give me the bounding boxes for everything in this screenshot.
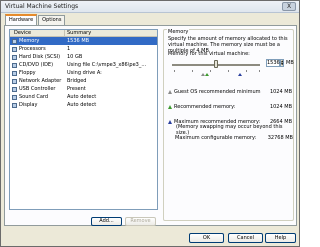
memory-unit: MB <box>286 60 294 66</box>
recommended-marker-icon <box>205 73 209 76</box>
device-summary: Using file C:\vmpe3_x86\pe3_... <box>67 62 147 68</box>
device-summary: Auto detect <box>67 94 97 100</box>
device-name: USB Controller <box>19 86 56 92</box>
device-name-cell: Hard Disk (SCSI) <box>10 53 65 61</box>
device-row[interactable]: Sound Card Auto detect <box>10 93 157 101</box>
device-summary: 1 <box>67 46 71 52</box>
device-summary: 10 GB <box>67 54 83 60</box>
floppy-icon <box>12 70 17 76</box>
device-buttons: Add... Remove <box>91 217 156 226</box>
max-recommended-marker-icon <box>238 73 242 76</box>
device-summary: Auto detect <box>67 102 97 108</box>
cancel-button[interactable]: Cancel <box>228 233 263 243</box>
device-name: Memory <box>19 38 40 44</box>
device-summary: Using drive A: <box>67 70 102 76</box>
device-name-cell: Processors <box>10 45 65 53</box>
device-list: Device Summary Memory 1536 MB Processors 1 H… <box>9 29 158 210</box>
guest-minimum-line: Guest OS recommended minimum 1024 MB <box>168 89 292 95</box>
device-summary: Bridged <box>67 78 87 84</box>
processor-icon <box>12 46 17 52</box>
memory-value-input[interactable]: 1536 <box>266 59 280 67</box>
device-name-cell: Display <box>10 101 65 109</box>
device-name-cell: Memory <box>10 37 65 45</box>
device-row[interactable]: Memory 1536 MB <box>10 37 157 45</box>
max-recommended-legend-icon <box>168 120 172 124</box>
device-rows: Memory 1536 MB Processors 1 Hard Disk (SCSI)… <box>10 37 157 109</box>
hardware-panel: Device Summary Memory 1536 MB Processors 1 H… <box>4 25 297 226</box>
device-row[interactable]: CD/DVD (IDE) Using file C:\vmpe3_x86\pe3_… <box>10 61 157 69</box>
device-row[interactable]: Processors 1 <box>10 45 157 53</box>
device-summary: 1536 MB <box>67 38 90 44</box>
max-configurable-value: 32768 MB <box>267 135 293 141</box>
device-name: Display <box>19 102 38 108</box>
sound-card-icon <box>12 94 17 100</box>
device-row[interactable]: Network Adapter Bridged <box>10 77 157 85</box>
recommended-line: Recommended memory: 1024 MB <box>168 104 292 110</box>
device-name: Hard Disk (SCSI) <box>19 54 61 60</box>
network-adapter-icon <box>12 78 17 84</box>
slider-tick <box>174 70 175 72</box>
memory-group-title: Memory <box>167 29 190 35</box>
ok-button[interactable]: OK <box>189 233 224 243</box>
tab-options[interactable]: Options <box>38 15 66 25</box>
device-summary: Present <box>67 86 86 92</box>
device-list-header: Device Summary <box>10 30 157 37</box>
column-header-summary[interactable]: Summary <box>65 30 157 36</box>
guest-minimum-legend-icon <box>168 90 172 94</box>
slider-thumb[interactable] <box>214 60 218 68</box>
guest-minimum-value: 1024 MB <box>269 89 292 95</box>
recommended-label: Recommended memory: <box>174 104 236 110</box>
add-device-button[interactable]: Add... <box>91 217 122 226</box>
memory-icon <box>12 38 17 44</box>
device-row[interactable]: Hard Disk (SCSI) 10 GB <box>10 53 157 61</box>
help-button[interactable]: Help <box>265 233 296 243</box>
memory-group: Memory Specify the amount of memory allo… <box>163 29 294 221</box>
tab-hardware[interactable]: Hardware <box>5 14 38 25</box>
slider-tick <box>246 70 247 72</box>
device-name: Floppy <box>19 70 36 76</box>
device-row[interactable]: Display Auto detect <box>10 101 157 109</box>
device-name: Sound Card <box>19 94 49 100</box>
memory-field-label: Memory for this virtual machine: <box>168 51 250 57</box>
device-name-cell: USB Controller <box>10 85 65 93</box>
slider-tick <box>210 70 211 72</box>
hard-disk-icon <box>12 54 17 60</box>
device-name-cell: Floppy <box>10 69 65 77</box>
display-icon <box>12 102 17 108</box>
title-bar[interactable]: Virtual Machine Settings X <box>1 1 299 13</box>
column-header-device[interactable]: Device <box>10 30 65 36</box>
slider-tick <box>259 70 260 72</box>
max-configurable-line: Maximum configurable memory: 32768 MB <box>168 135 293 141</box>
usb-icon <box>12 86 17 92</box>
cd-dvd-icon <box>12 62 17 68</box>
device-name-cell: Network Adapter <box>10 77 65 85</box>
max-configurable-label: Maximum configurable memory: <box>175 135 257 141</box>
slider-tick <box>192 70 193 72</box>
device-name-cell: CD/DVD (IDE) <box>10 61 65 69</box>
device-row[interactable]: Floppy Using drive A: <box>10 69 157 77</box>
memory-slider[interactable] <box>168 59 264 76</box>
slider-tick <box>228 70 229 72</box>
dialog-footer: OK Cancel Help <box>1 230 299 246</box>
device-row[interactable]: USB Controller Present <box>10 85 157 93</box>
device-name-cell: Sound Card <box>10 93 65 101</box>
device-name: Network Adapter <box>19 78 62 84</box>
remove-device-button[interactable]: Remove <box>125 217 156 226</box>
device-name: CD/DVD (IDE) <box>19 62 54 68</box>
vm-settings-window: Virtual Machine Settings X Hardware Opti… <box>0 0 300 247</box>
recommended-legend-icon <box>168 105 172 109</box>
memory-spin-arrows[interactable]: ▲ ▼ <box>280 59 284 67</box>
close-button[interactable]: X <box>282 2 296 11</box>
window-title: Virtual Machine Settings <box>5 3 79 10</box>
recommended-value: 1024 MB <box>269 104 292 110</box>
guest-minimum-label: Guest OS recommended minimum <box>174 89 261 95</box>
device-name: Processors <box>19 46 46 52</box>
